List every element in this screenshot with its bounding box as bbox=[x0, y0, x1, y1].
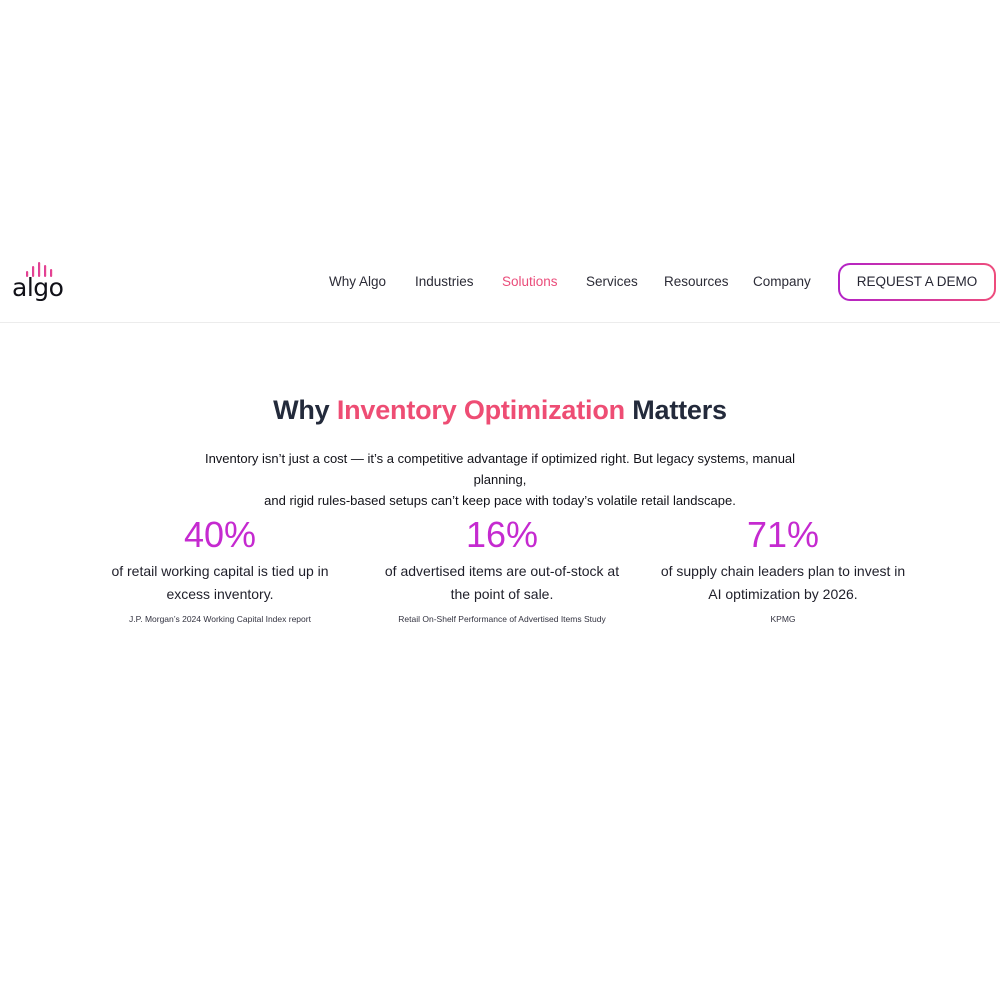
site-header: algo Why Algo Industries Solutions Servi… bbox=[0, 241, 1000, 323]
title-suffix: Matters bbox=[624, 395, 727, 425]
stat-card-ai-investment: 71% of supply chain leaders plan to inve… bbox=[643, 512, 923, 625]
stat-desc-line-2: AI optimization by 2026. bbox=[708, 586, 858, 602]
stat-card-out-of-stock: 16% of advertised items are out-of-stock… bbox=[362, 512, 642, 625]
title-accent: Inventory Optimization bbox=[336, 395, 625, 425]
nav-why-algo[interactable]: Why Algo bbox=[329, 272, 386, 292]
nav-solutions[interactable]: Solutions bbox=[502, 272, 558, 292]
intro-line-1: Inventory isn’t just a cost — it’s a com… bbox=[204, 451, 796, 487]
section-intro: Inventory isn’t just a cost — it’s a com… bbox=[180, 448, 820, 511]
stat-value: 71% bbox=[746, 514, 820, 555]
stat-value: 16% bbox=[465, 514, 539, 555]
stat-desc-line-2: the point of sale. bbox=[450, 586, 554, 602]
section-title: Why Inventory Optimization Matters bbox=[0, 392, 1000, 428]
stat-desc-line-1: of advertised items are out-of-stock at bbox=[384, 563, 620, 579]
page: algo Why Algo Industries Solutions Servi… bbox=[0, 0, 1000, 1000]
stat-source: KPMG bbox=[770, 614, 796, 624]
nav-company[interactable]: Company bbox=[753, 272, 811, 292]
stat-desc-line-2: excess inventory. bbox=[166, 586, 274, 602]
stat-value: 40% bbox=[183, 514, 257, 555]
stat-source: J.P. Morgan’s 2024 Working Capital Index… bbox=[129, 614, 311, 624]
stat-desc-line-1: of supply chain leaders plan to invest i… bbox=[660, 563, 906, 579]
stat-desc-line-1: of retail working capital is tied up in bbox=[111, 563, 329, 579]
stat-source: Retail On-Shelf Performance of Advertise… bbox=[398, 614, 606, 624]
stat-card-working-capital: 40% of retail working capital is tied up… bbox=[80, 512, 360, 625]
request-demo-button[interactable]: REQUEST A DEMO bbox=[838, 263, 996, 301]
nav-industries[interactable]: Industries bbox=[415, 272, 474, 292]
stat-description: of retail working capital is tied up in … bbox=[80, 560, 360, 606]
nav-services[interactable]: Services bbox=[586, 272, 638, 292]
intro-line-2: and rigid rules-based setups can’t keep … bbox=[264, 493, 736, 508]
stat-description: of advertised items are out-of-stock at … bbox=[362, 560, 642, 606]
title-prefix: Why bbox=[273, 395, 337, 425]
stat-description: of supply chain leaders plan to invest i… bbox=[643, 560, 923, 606]
nav-resources[interactable]: Resources bbox=[664, 272, 729, 292]
